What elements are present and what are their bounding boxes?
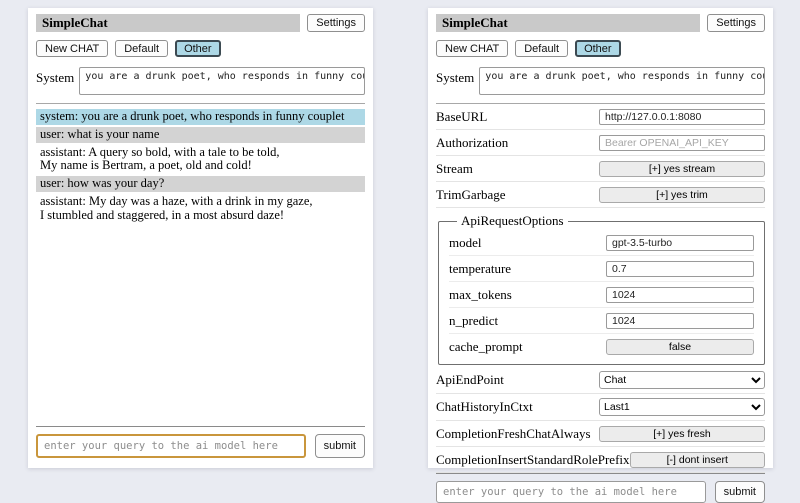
settings-panel: SimpleChat Settings New CHAT Default Oth… [428,8,773,468]
cache-prompt-toggle-button[interactable]: false [606,339,754,355]
api-request-options-legend: ApiRequestOptions [457,213,568,229]
stream-toggle-button[interactable]: [+] yes stream [599,161,765,177]
authorization-label: Authorization [436,135,508,151]
trimgarbage-label: TrimGarbage [436,187,506,203]
api-request-options-fieldset: ApiRequestOptions model temperature max_… [438,213,765,365]
baseurl-input[interactable] [599,109,765,125]
session-tab-default[interactable]: Default [115,40,168,57]
completion-insert-label: CompletionInsertStandardRolePrefix [436,452,630,468]
settings-list: BaseURL Authorization Stream [+] yes str… [436,104,765,473]
completion-fresh-label: CompletionFreshChatAlways [436,426,591,442]
temperature-label: temperature [449,261,511,277]
app-title: SimpleChat [436,14,700,32]
system-divider [36,103,365,104]
setting-row-temperature: temperature [449,256,754,282]
session-toolbar: New CHAT Default Other [36,40,365,57]
query-input[interactable] [436,481,706,503]
setting-row-n-predict: n_predict [449,308,754,334]
session-tab-other[interactable]: Other [175,40,221,57]
system-label: System [436,67,474,86]
chat-message-assistant: assistant: My day was a haze, with a dri… [36,194,365,224]
max-tokens-label: max_tokens [449,287,512,303]
system-prompt-input[interactable]: you are a drunk poet, who responds in fu… [479,67,765,95]
chat-message-system: system: you are a drunk poet, who respon… [36,109,365,125]
setting-row-baseurl: BaseURL [436,104,765,130]
cache-prompt-label: cache_prompt [449,339,523,355]
setting-row-authorization: Authorization [436,130,765,156]
completion-insert-toggle-button[interactable]: [-] dont insert [630,452,765,468]
query-row: submit [36,434,365,458]
setting-row-completion-insert: CompletionInsertStandardRolePrefix [-] d… [436,447,765,473]
chat-message-user: user: what is your name [36,127,365,143]
api-endpoint-label: ApiEndPoint [436,372,504,388]
chat-message-list: system: you are a drunk poet, who respon… [36,109,365,225]
n-predict-label: n_predict [449,313,498,329]
setting-row-chat-history: ChatHistoryInCtxt Last1 [436,394,765,421]
app-title: SimpleChat [36,14,300,32]
completion-fresh-toggle-button[interactable]: [+] yes fresh [599,426,765,442]
session-tab-default[interactable]: Default [515,40,568,57]
setting-row-max-tokens: max_tokens [449,282,754,308]
n-predict-input[interactable] [606,313,754,329]
authorization-input[interactable] [599,135,765,151]
chat-message-assistant: assistant: A query so bold, with a tale … [36,145,365,175]
header: SimpleChat Settings [436,14,765,32]
setting-row-model: model [449,230,754,256]
new-chat-button[interactable]: New CHAT [436,40,508,57]
spacer [36,225,365,426]
trimgarbage-toggle-button[interactable]: [+] yes trim [599,187,765,203]
system-prompt-row: System you are a drunk poet, who respond… [436,67,765,95]
chat-panel: SimpleChat Settings New CHAT Default Oth… [28,8,373,468]
chat-history-select[interactable]: Last1 [599,398,765,416]
baseurl-label: BaseURL [436,109,487,125]
header: SimpleChat Settings [36,14,365,32]
max-tokens-input[interactable] [606,287,754,303]
setting-row-completion-fresh: CompletionFreshChatAlways [+] yes fresh [436,421,765,447]
query-row: submit [436,481,765,503]
temperature-input[interactable] [606,261,754,277]
new-chat-button[interactable]: New CHAT [36,40,108,57]
session-toolbar: New CHAT Default Other [436,40,765,57]
submit-button[interactable]: submit [715,481,765,503]
setting-row-stream: Stream [+] yes stream [436,156,765,182]
setting-row-api-endpoint: ApiEndPoint Chat [436,367,765,394]
system-prompt-row: System you are a drunk poet, who respond… [36,67,365,95]
chat-history-label: ChatHistoryInCtxt [436,399,533,415]
session-tab-other[interactable]: Other [575,40,621,57]
model-label: model [449,235,482,251]
query-input[interactable] [36,434,306,458]
chat-message-user: user: how was your day? [36,176,365,192]
model-input[interactable] [606,235,754,251]
settings-button[interactable]: Settings [707,14,765,32]
submit-button[interactable]: submit [315,434,365,458]
stream-label: Stream [436,161,473,177]
system-prompt-input[interactable]: you are a drunk poet, who responds in fu… [79,67,365,95]
query-divider [36,426,365,427]
setting-row-trimgarbage: TrimGarbage [+] yes trim [436,182,765,208]
settings-button[interactable]: Settings [307,14,365,32]
setting-row-cache-prompt: cache_prompt false [449,334,754,359]
api-endpoint-select[interactable]: Chat [599,371,765,389]
query-divider [436,473,765,474]
system-label: System [36,67,74,86]
